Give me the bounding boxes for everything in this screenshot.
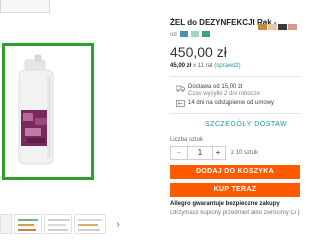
thumbnail-strip xyxy=(0,214,108,234)
thumbnail[interactable] xyxy=(14,214,42,234)
thumbnail[interactable] xyxy=(74,214,106,234)
product-price: 450,00 zł xyxy=(170,44,227,60)
return-icon xyxy=(176,100,185,107)
delivery-info: Dostawa od 15,00 zł Czas wysyłki 2 dni r… xyxy=(188,84,260,98)
variant-swatch[interactable] xyxy=(258,23,267,30)
bottle-image xyxy=(5,46,91,177)
divider xyxy=(170,76,300,77)
variant-swatch[interactable] xyxy=(278,23,287,30)
variant-swatch[interactable] xyxy=(179,31,188,38)
quantity-label: Liczba sztuk xyxy=(170,137,204,143)
delivery-subtitle: Czas wysyłki 2 dni robocze xyxy=(188,91,261,97)
quantity-stepper: − 1 + xyxy=(170,146,226,160)
product-main-image[interactable] xyxy=(2,43,94,180)
variant-swatch[interactable] xyxy=(268,23,277,30)
variant-swatch[interactable] xyxy=(288,23,297,30)
quantity-max: z 10 sztuk xyxy=(231,150,259,156)
variant-row: od xyxy=(170,31,210,39)
delivery-title: Dostawa od 15,00 zł xyxy=(188,84,243,90)
previous-thumbnail-stub[interactable] xyxy=(0,0,50,13)
chevron-right-icon[interactable]: › xyxy=(114,219,122,231)
quantity-increase-button[interactable]: + xyxy=(211,147,225,159)
installment-price: 45,00 zł xyxy=(170,63,192,69)
truck-icon xyxy=(175,85,185,92)
title-variant-swatches xyxy=(258,18,298,36)
returns-info: 14 dni na odstąpienie od umowy xyxy=(188,100,275,106)
add-to-cart-button[interactable]: DODAJ DO KOSZYKA xyxy=(170,165,300,179)
variant-prefix: od xyxy=(170,32,177,38)
guarantee-subtitle: Otrzymasz kupiony przedmiot albo zwrócim… xyxy=(170,210,300,216)
delivery-details-link[interactable]: SZCZEGÓŁY DOSTAW xyxy=(205,121,287,129)
installment-info: 45,00 zł x 11 rat (sprawdź) xyxy=(170,62,241,70)
thumbnail[interactable] xyxy=(0,214,12,234)
installment-text: x 11 rat xyxy=(193,63,213,69)
variant-swatch[interactable] xyxy=(201,31,210,38)
thumbnail[interactable] xyxy=(44,214,72,234)
buy-now-button[interactable]: KUP TERAZ xyxy=(170,183,300,197)
guarantee-title: Allegro gwarantuje bezpieczne zakupy xyxy=(170,201,280,207)
divider xyxy=(170,113,300,114)
variant-swatch[interactable] xyxy=(190,31,199,38)
quantity-input[interactable]: 1 xyxy=(187,147,213,159)
quantity-decrease-button[interactable]: − xyxy=(171,147,187,159)
installment-check-link[interactable]: (sprawdź) xyxy=(214,63,240,69)
